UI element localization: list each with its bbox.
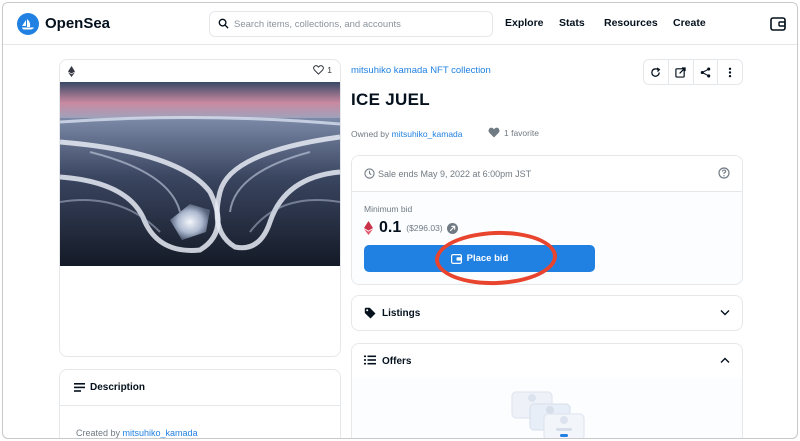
offers-accordion[interactable]: Offers	[351, 343, 743, 379]
description-card: Description Created by mitsuhiko_kamada	[59, 369, 341, 438]
creator-link[interactable]: mitsuhiko_kamada	[123, 428, 198, 438]
listings-title: Listings	[382, 308, 421, 319]
empty-offers-illustration-icon	[511, 391, 585, 438]
minimum-bid-label: Minimum bid	[364, 204, 413, 214]
refresh-button[interactable]	[644, 60, 669, 84]
nav-create[interactable]: Create	[673, 17, 706, 29]
nav-resources[interactable]: Resources	[604, 17, 658, 29]
description-header[interactable]: Description	[60, 370, 340, 406]
sale-end-text: Sale ends May 9, 2022 at 6:00pm JST	[378, 169, 532, 179]
offers-title: Offers	[382, 356, 412, 367]
price-arrow-icon[interactable]	[446, 222, 458, 234]
external-link-icon	[675, 66, 686, 78]
owner-link[interactable]: mitsuhiko_kamada	[392, 129, 463, 139]
favorite-count: 1	[327, 65, 332, 75]
heart-filled-icon	[488, 127, 500, 138]
more-options-button[interactable]	[718, 60, 742, 84]
favorite-button[interactable]: 1	[313, 65, 332, 75]
search-bar[interactable]	[209, 11, 493, 37]
share-icon	[700, 66, 711, 78]
listings-accordion[interactable]: Listings	[351, 295, 743, 331]
price-usd: ($296.03)	[406, 223, 443, 233]
more-vertical-icon	[728, 67, 732, 77]
description-lines-icon	[74, 383, 85, 392]
refresh-icon	[651, 67, 661, 77]
heart-outline-icon	[313, 65, 325, 75]
nft-media-card: 1	[59, 59, 341, 357]
nav-explore[interactable]: Explore	[505, 17, 544, 29]
chevron-down-icon	[720, 310, 730, 316]
collection-link[interactable]: mitsuhiko kamada NFT collection	[351, 65, 491, 76]
favorites-count[interactable]: 1 favorite	[488, 127, 539, 138]
sale-header: Sale ends May 9, 2022 at 6:00pm JST	[352, 156, 742, 192]
ethereum-icon	[364, 221, 373, 235]
ethereum-icon	[68, 66, 75, 77]
help-icon[interactable]	[718, 167, 730, 179]
item-title: ICE JUEL	[351, 90, 430, 109]
search-icon	[218, 18, 229, 29]
clock-icon	[364, 168, 375, 179]
share-button[interactable]	[694, 60, 719, 84]
wallet-icon[interactable]	[769, 15, 787, 33]
media-card-header: 1	[60, 60, 340, 82]
search-input[interactable]	[234, 16, 484, 32]
opensea-logo-icon[interactable]	[17, 13, 39, 35]
created-by-text: Created by mitsuhiko_kamada	[76, 428, 198, 438]
item-actions-toolbar	[643, 59, 743, 85]
chevron-up-icon	[720, 357, 730, 363]
offers-panel	[351, 378, 743, 438]
tag-icon	[364, 307, 376, 319]
price-value: 0.1	[379, 219, 402, 236]
open-external-button[interactable]	[669, 60, 694, 84]
nav-stats[interactable]: Stats	[559, 17, 585, 29]
description-title: Description	[90, 382, 146, 393]
top-navbar: OpenSea Explore Stats Resources Create	[3, 3, 797, 45]
nft-artwork-image[interactable]	[60, 82, 340, 266]
price-row: 0.1 ($296.03)	[364, 219, 458, 237]
list-icon	[364, 355, 376, 365]
app-window: OpenSea Explore Stats Resources Create	[2, 2, 798, 439]
owned-by-text: Owned by mitsuhiko_kamada	[351, 129, 463, 139]
brand-name[interactable]: OpenSea	[45, 15, 110, 32]
